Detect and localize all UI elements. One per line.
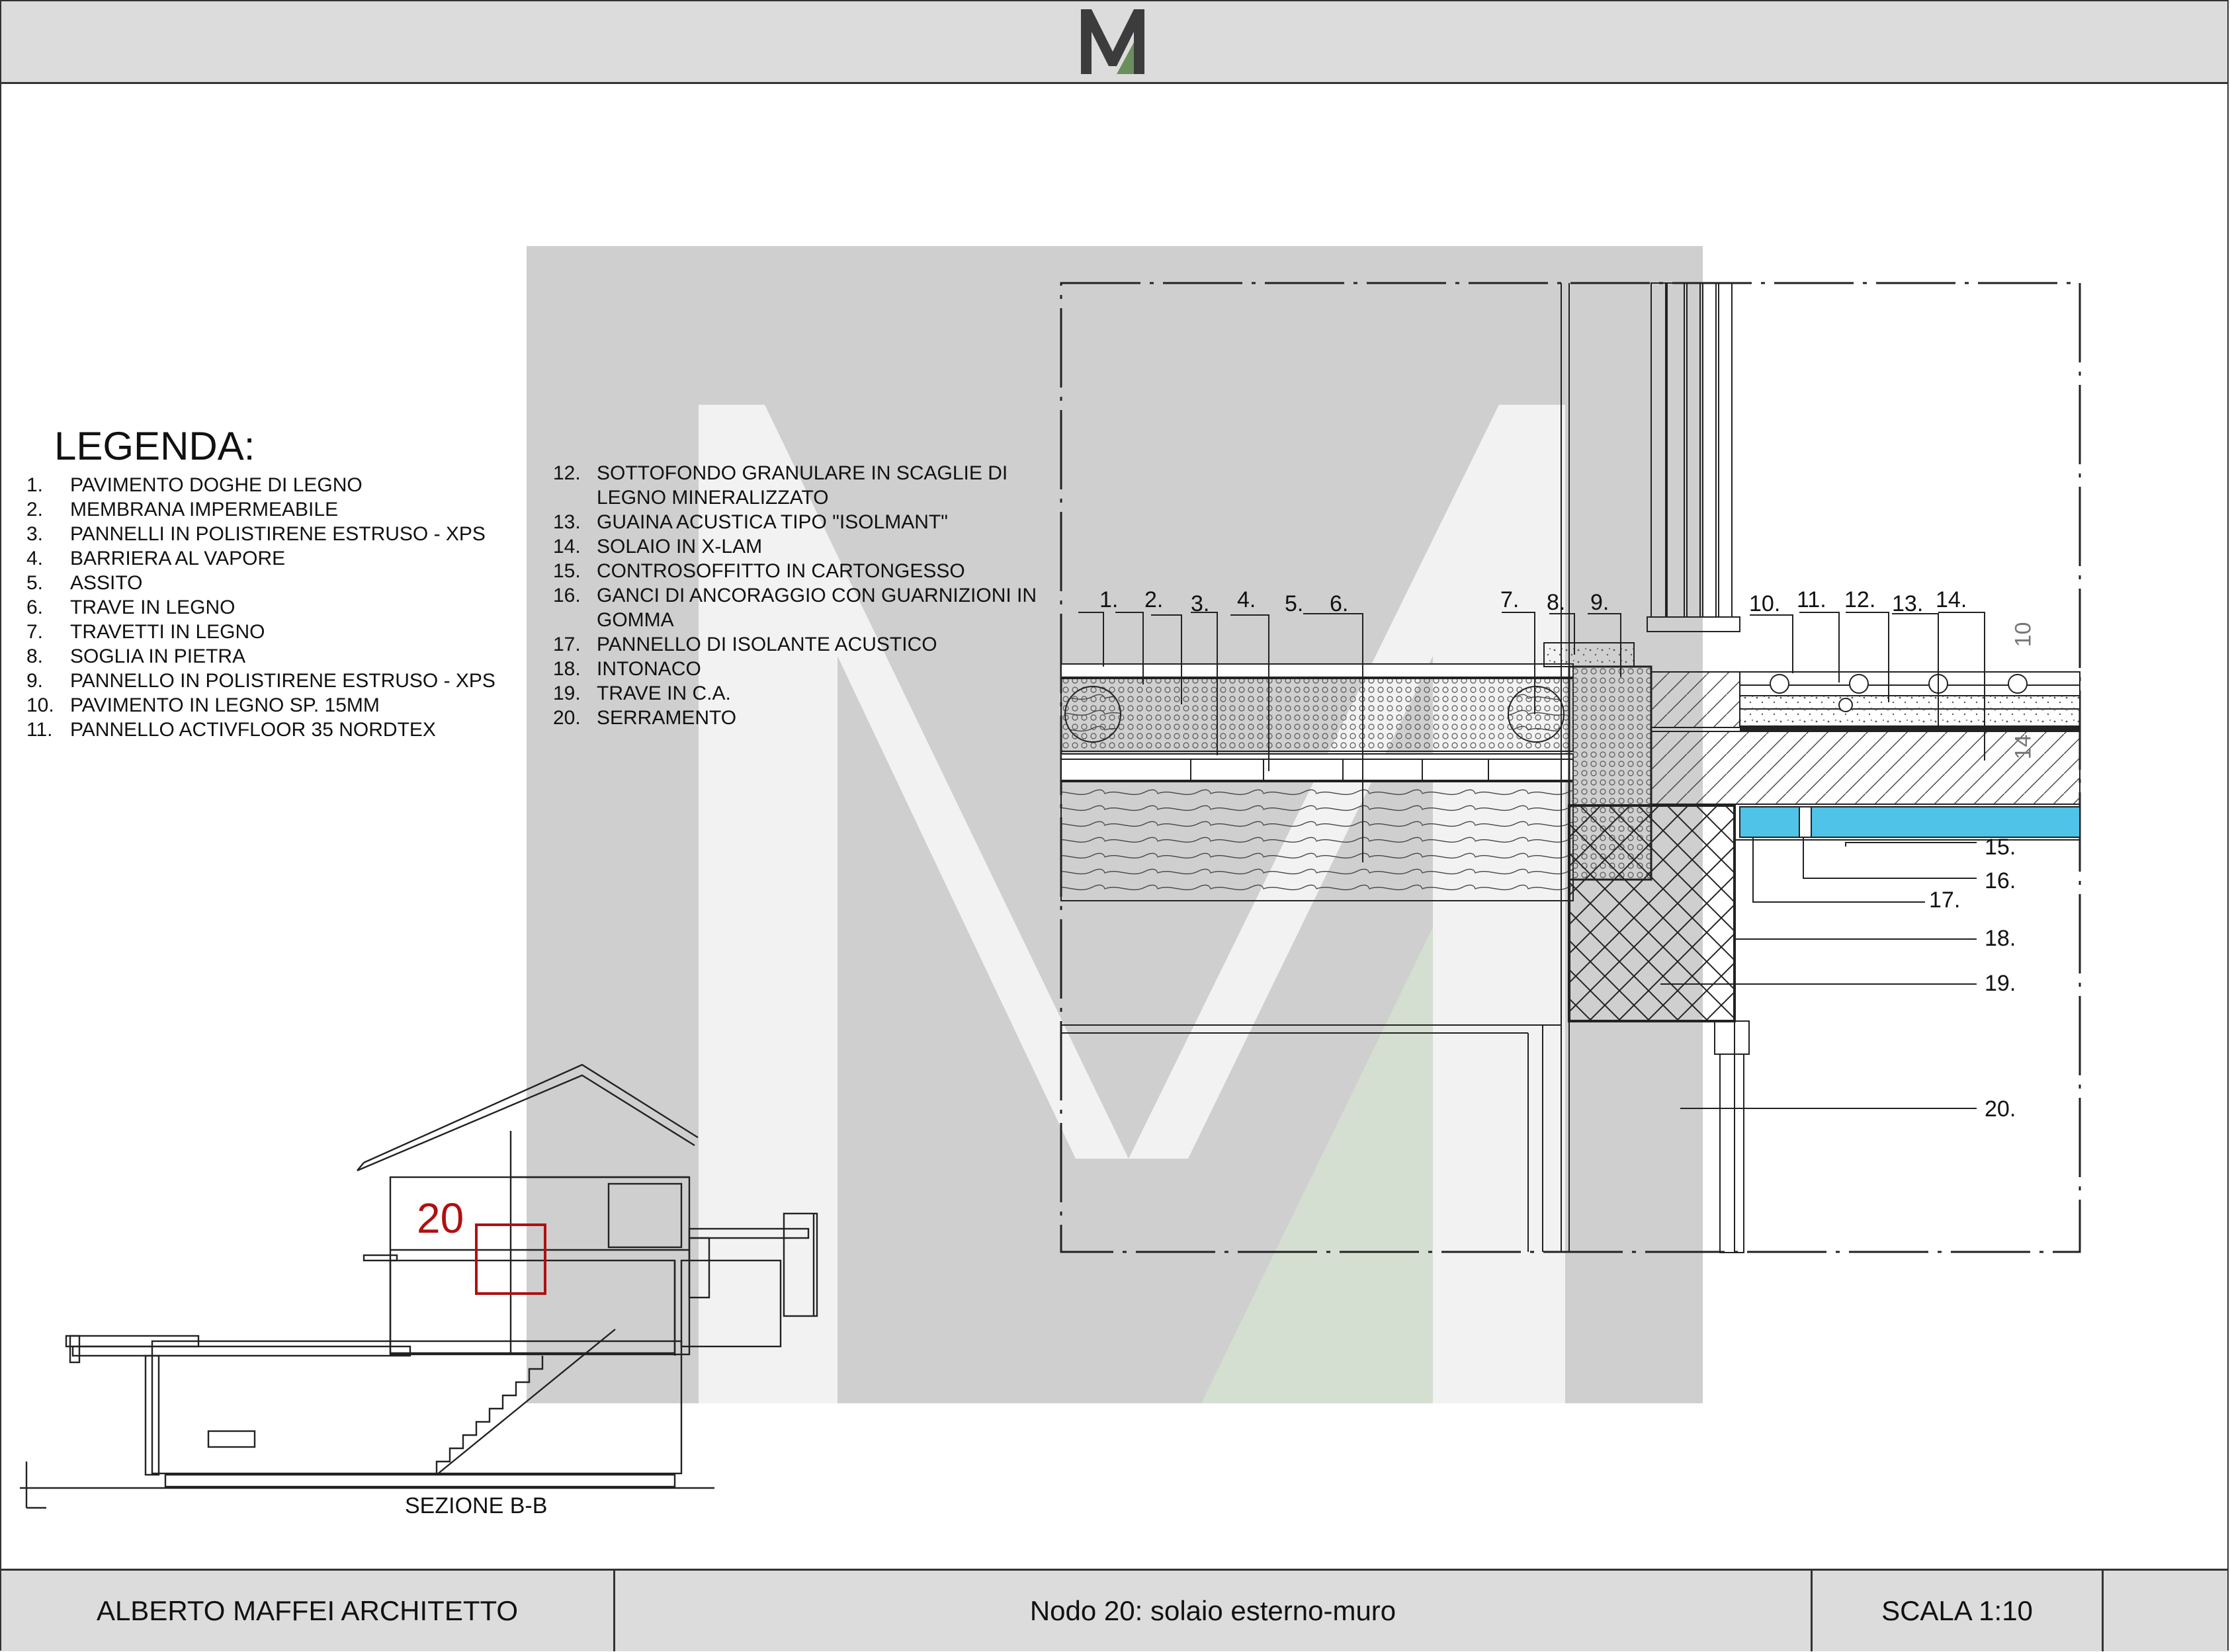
callout-label: 9.	[1590, 590, 1609, 615]
callout-label: 12.	[1844, 587, 1876, 612]
dimension-label: 14	[2010, 734, 2036, 760]
callout-label: 15.	[1985, 835, 2016, 860]
callout-label: 4.	[1237, 587, 1256, 612]
callout-label: 19.	[1985, 971, 2016, 996]
callout-label: 11.	[1797, 587, 1826, 612]
callout-label: 7.	[1500, 587, 1520, 612]
callout-label: 1.	[1099, 587, 1119, 612]
drawing-title: Nodo 20: solaio esterno-muro	[615, 1571, 1813, 1651]
callout-label: 10.	[1749, 591, 1781, 616]
blank-cell	[2104, 1571, 2227, 1651]
callout-label: 17.	[1929, 888, 1961, 913]
section-title: SEZIONE B-B	[405, 1493, 548, 1518]
architect-name: ALBERTO MAFFEI ARCHITETTO	[1, 1571, 615, 1651]
dimension-label: 10	[2010, 622, 2036, 647]
callout-label: 5.	[1285, 591, 1304, 616]
title-block: ALBERTO MAFFEI ARCHITETTO Nodo 20: solai…	[1, 1569, 2227, 1651]
callout-label: 16.	[1985, 868, 2016, 893]
construction-detail	[1060, 282, 2081, 1253]
node-marker-label: 20	[417, 1194, 464, 1242]
callout-label: 8.	[1547, 590, 1566, 615]
callout-label: 20.	[1985, 1096, 2016, 1122]
callout-label: 3.	[1191, 591, 1210, 616]
callout-label: 18.	[1985, 926, 2016, 951]
callout-label: 13.	[1892, 591, 1924, 616]
callout-label: 2.	[1144, 587, 1164, 612]
logo-icon	[1077, 5, 1148, 77]
building-section-drawing	[20, 1063, 818, 1509]
callout-label: 14.	[1936, 587, 1967, 612]
legend-title: LEGENDA:	[54, 424, 255, 468]
callout-label: 6.	[1330, 591, 1349, 616]
drawing-scale: SCALA 1:10	[1813, 1571, 2104, 1651]
